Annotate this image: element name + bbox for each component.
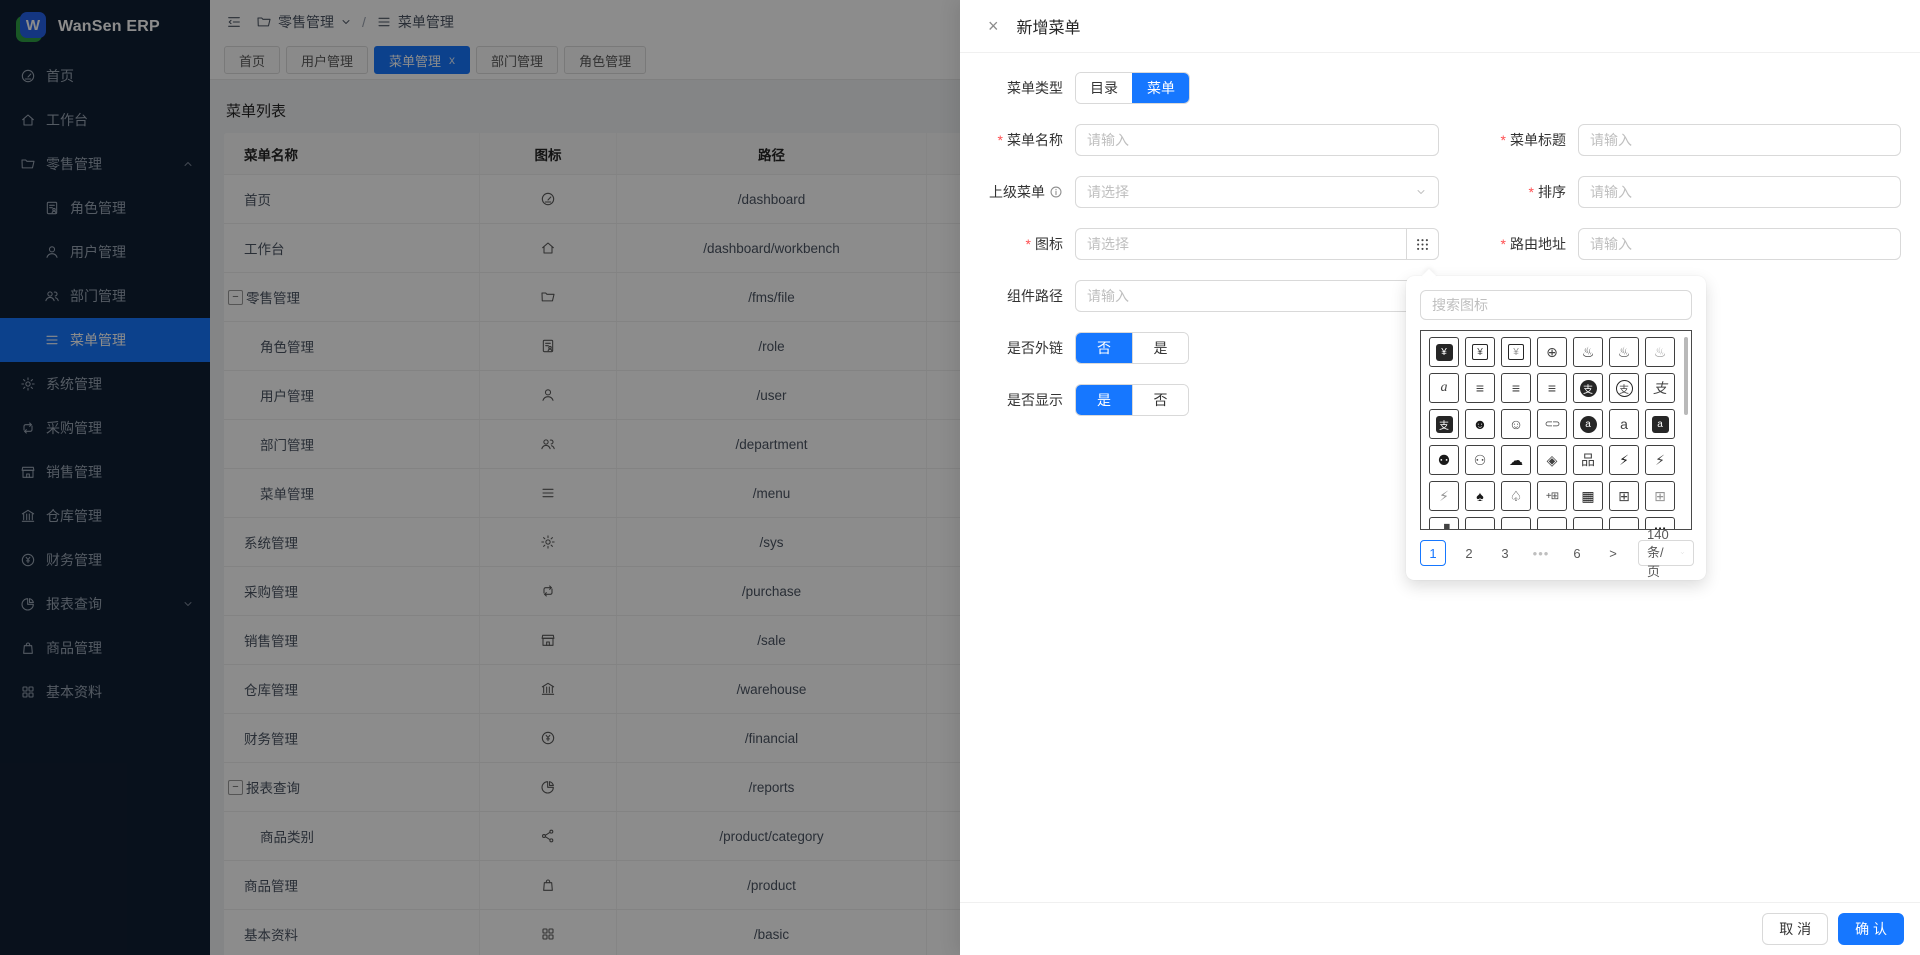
picker-icon-arrow-down[interactable]: ↓ [1465,517,1495,530]
menu-name-input[interactable] [1087,132,1427,148]
picker-icon-aliwangwang-outlined[interactable]: ☺ [1501,409,1531,439]
picker-icon-align-right[interactable]: ≡ [1537,373,1567,403]
picker-icon-appstore-filled[interactable]: ▦ [1573,481,1603,511]
page-size-select[interactable]: 140 条/页 [1638,540,1694,566]
picker-icon-arrow-up[interactable]: ↑ [1573,517,1603,530]
picker-icon-audio-filled[interactable]: Ψ [1645,517,1675,530]
picker-icon-aim[interactable]: ⊕ [1537,337,1567,367]
picker-icon-ant-design[interactable]: ◈ [1537,445,1567,475]
sort-label: *排序 [1451,182,1566,202]
cancel-button[interactable]: 取 消 [1762,913,1828,945]
sort-input[interactable] [1590,184,1889,200]
menu-title-input[interactable] [1590,132,1889,148]
picker-icon-alipay-circle-filled[interactable]: 支 [1573,373,1603,403]
picker-icon-arrow-right[interactable]: → [1537,517,1567,530]
picker-icon-amazon-square-filled[interactable]: a [1645,409,1675,439]
drawer-title: 新增菜单 [1017,14,1081,38]
picker-icon-ant-cloud[interactable]: ☁ [1501,445,1531,475]
picker-icon-api-twotone[interactable]: ⚡ [1429,481,1459,511]
icon-grid-viewport: ¥¥¥⊕♨♨♨a≡≡≡支支支支☻☺⊂⊃aaa⚉⚇☁◈品⚡⚡⚡♠♤+⊞▦⊞⊞▟↓←… [1420,330,1692,530]
picker-icon-apartment[interactable]: 品 [1573,445,1603,475]
close-icon[interactable]: × [988,17,999,35]
icon-search-input[interactable] [1432,297,1680,313]
parent-menu-select[interactable]: 请选择 [1075,176,1439,208]
picker-icon-area-chart[interactable]: ▟ [1429,517,1459,530]
menu-title-label: *菜单标题 [1451,130,1566,150]
external-yes-option[interactable]: 是 [1132,333,1188,363]
picker-icon-alipay-outlined[interactable]: 支 [1645,373,1675,403]
picker-icon-apple-filled[interactable]: ♠ [1465,481,1495,511]
page-2[interactable]: 2 [1456,540,1482,566]
picker-icon-account-book-outlined[interactable]: ¥ [1465,337,1495,367]
component-path-label: 组件路径 [960,286,1063,306]
page-6[interactable]: 6 [1564,540,1590,566]
picker-icon-android-filled[interactable]: ⚉ [1429,445,1459,475]
chevron-down-icon [1415,186,1427,198]
external-link-label: 是否外链 [960,338,1063,358]
drawer-footer: 取 消 确 认 [960,902,1920,955]
menu-name-label: *菜单名称 [960,130,1063,150]
scrollbar-thumb[interactable] [1684,337,1688,415]
visible-yes-option[interactable]: 是 [1076,385,1132,415]
visible-toggle: 是 否 [1075,384,1189,416]
menu-type-label: 菜单类型 [960,78,1063,98]
icon-picker-popup: ¥¥¥⊕♨♨♨a≡≡≡支支支支☻☺⊂⊃aaa⚉⚇☁◈品⚡⚡⚡♠♤+⊞▦⊞⊞▟↓←… [1406,276,1706,580]
picker-icon-alibaba[interactable]: a [1429,373,1459,403]
route-input[interactable] [1590,236,1889,252]
icon-pagination: 123 ••• 6 >140 条/页 [1420,540,1692,566]
page-1[interactable]: 1 [1420,540,1446,566]
menu-type-option-menu[interactable]: 菜单 [1132,73,1189,103]
external-link-toggle: 否 是 [1075,332,1189,364]
picker-icon-api-outlined[interactable]: ⚡ [1645,445,1675,475]
add-menu-drawer: × 新增菜单 菜单类型 目录 菜单 *菜单名称 *菜单标题 上级菜单 请选择 *… [960,0,1920,955]
visible-no-option[interactable]: 否 [1132,385,1188,415]
picker-icon-android-outlined[interactable]: ⚇ [1465,445,1495,475]
picker-icon-account-book-filled[interactable]: ¥ [1429,337,1459,367]
picker-icon-appstore-outlined[interactable]: ⊞ [1609,481,1639,511]
picker-icon-align-center[interactable]: ≡ [1465,373,1495,403]
confirm-button[interactable]: 确 认 [1838,913,1904,945]
picker-icon-alipay-circle-outlined[interactable]: 支 [1609,373,1639,403]
drawer-body: 菜单类型 目录 菜单 *菜单名称 *菜单标题 上级菜单 请选择 *排序 *图标 … [960,53,1920,902]
icon-grid: ¥¥¥⊕♨♨♨a≡≡≡支支支支☻☺⊂⊃aaa⚉⚇☁◈品⚡⚡⚡♠♤+⊞▦⊞⊞▟↓←… [1429,337,1677,530]
picker-icon-aliyun[interactable]: ⊂⊃ [1537,409,1567,439]
picker-icon-api-filled[interactable]: ⚡ [1609,445,1639,475]
menu-type-toggle: 目录 菜单 [1075,72,1190,104]
next-page-button[interactable]: > [1600,540,1626,566]
picker-icon-alert-filled[interactable]: ♨ [1573,337,1603,367]
picker-icon-amazon-outlined[interactable]: a [1609,409,1639,439]
icon-picker-button[interactable] [1407,228,1439,260]
grid-dots-icon [1415,237,1430,252]
picker-icon-alert-twotone[interactable]: ♨ [1645,337,1675,367]
component-path-input[interactable] [1087,288,1427,304]
page-3[interactable]: 3 [1492,540,1518,566]
visible-label: 是否显示 [960,390,1063,410]
picker-icon-account-book-twotone[interactable]: ¥ [1501,337,1531,367]
picker-icon-aliwangwang-filled[interactable]: ☻ [1465,409,1495,439]
chevron-down-icon [1680,548,1685,558]
picker-icon-arrow-left[interactable]: ← [1501,517,1531,530]
picker-icon-alert-outlined[interactable]: ♨ [1609,337,1639,367]
picker-icon-appstore-add[interactable]: +⊞ [1537,481,1567,511]
drawer-mask[interactable] [0,0,960,955]
info-icon [1049,185,1063,199]
icon-label: *图标 [960,234,1063,254]
route-label: *路由地址 [1451,234,1566,254]
menu-type-option-directory[interactable]: 目录 [1076,73,1132,103]
picker-icon-align-left[interactable]: ≡ [1501,373,1531,403]
picker-icon-alipay-square-filled[interactable]: 支 [1429,409,1459,439]
picker-icon-arrows-alt[interactable]: ↕ [1609,517,1639,530]
picker-icon-apple-outlined[interactable]: ♤ [1501,481,1531,511]
drawer-header: × 新增菜单 [960,0,1920,53]
pagination-ellipsis: ••• [1528,540,1554,566]
picker-icon-amazon-circle-filled[interactable]: a [1573,409,1603,439]
picker-icon-appstore-twotone[interactable]: ⊞ [1645,481,1675,511]
parent-menu-label: 上级菜单 [960,182,1063,202]
icon-select[interactable]: 请选择 [1075,228,1407,260]
external-no-option[interactable]: 否 [1076,333,1132,363]
